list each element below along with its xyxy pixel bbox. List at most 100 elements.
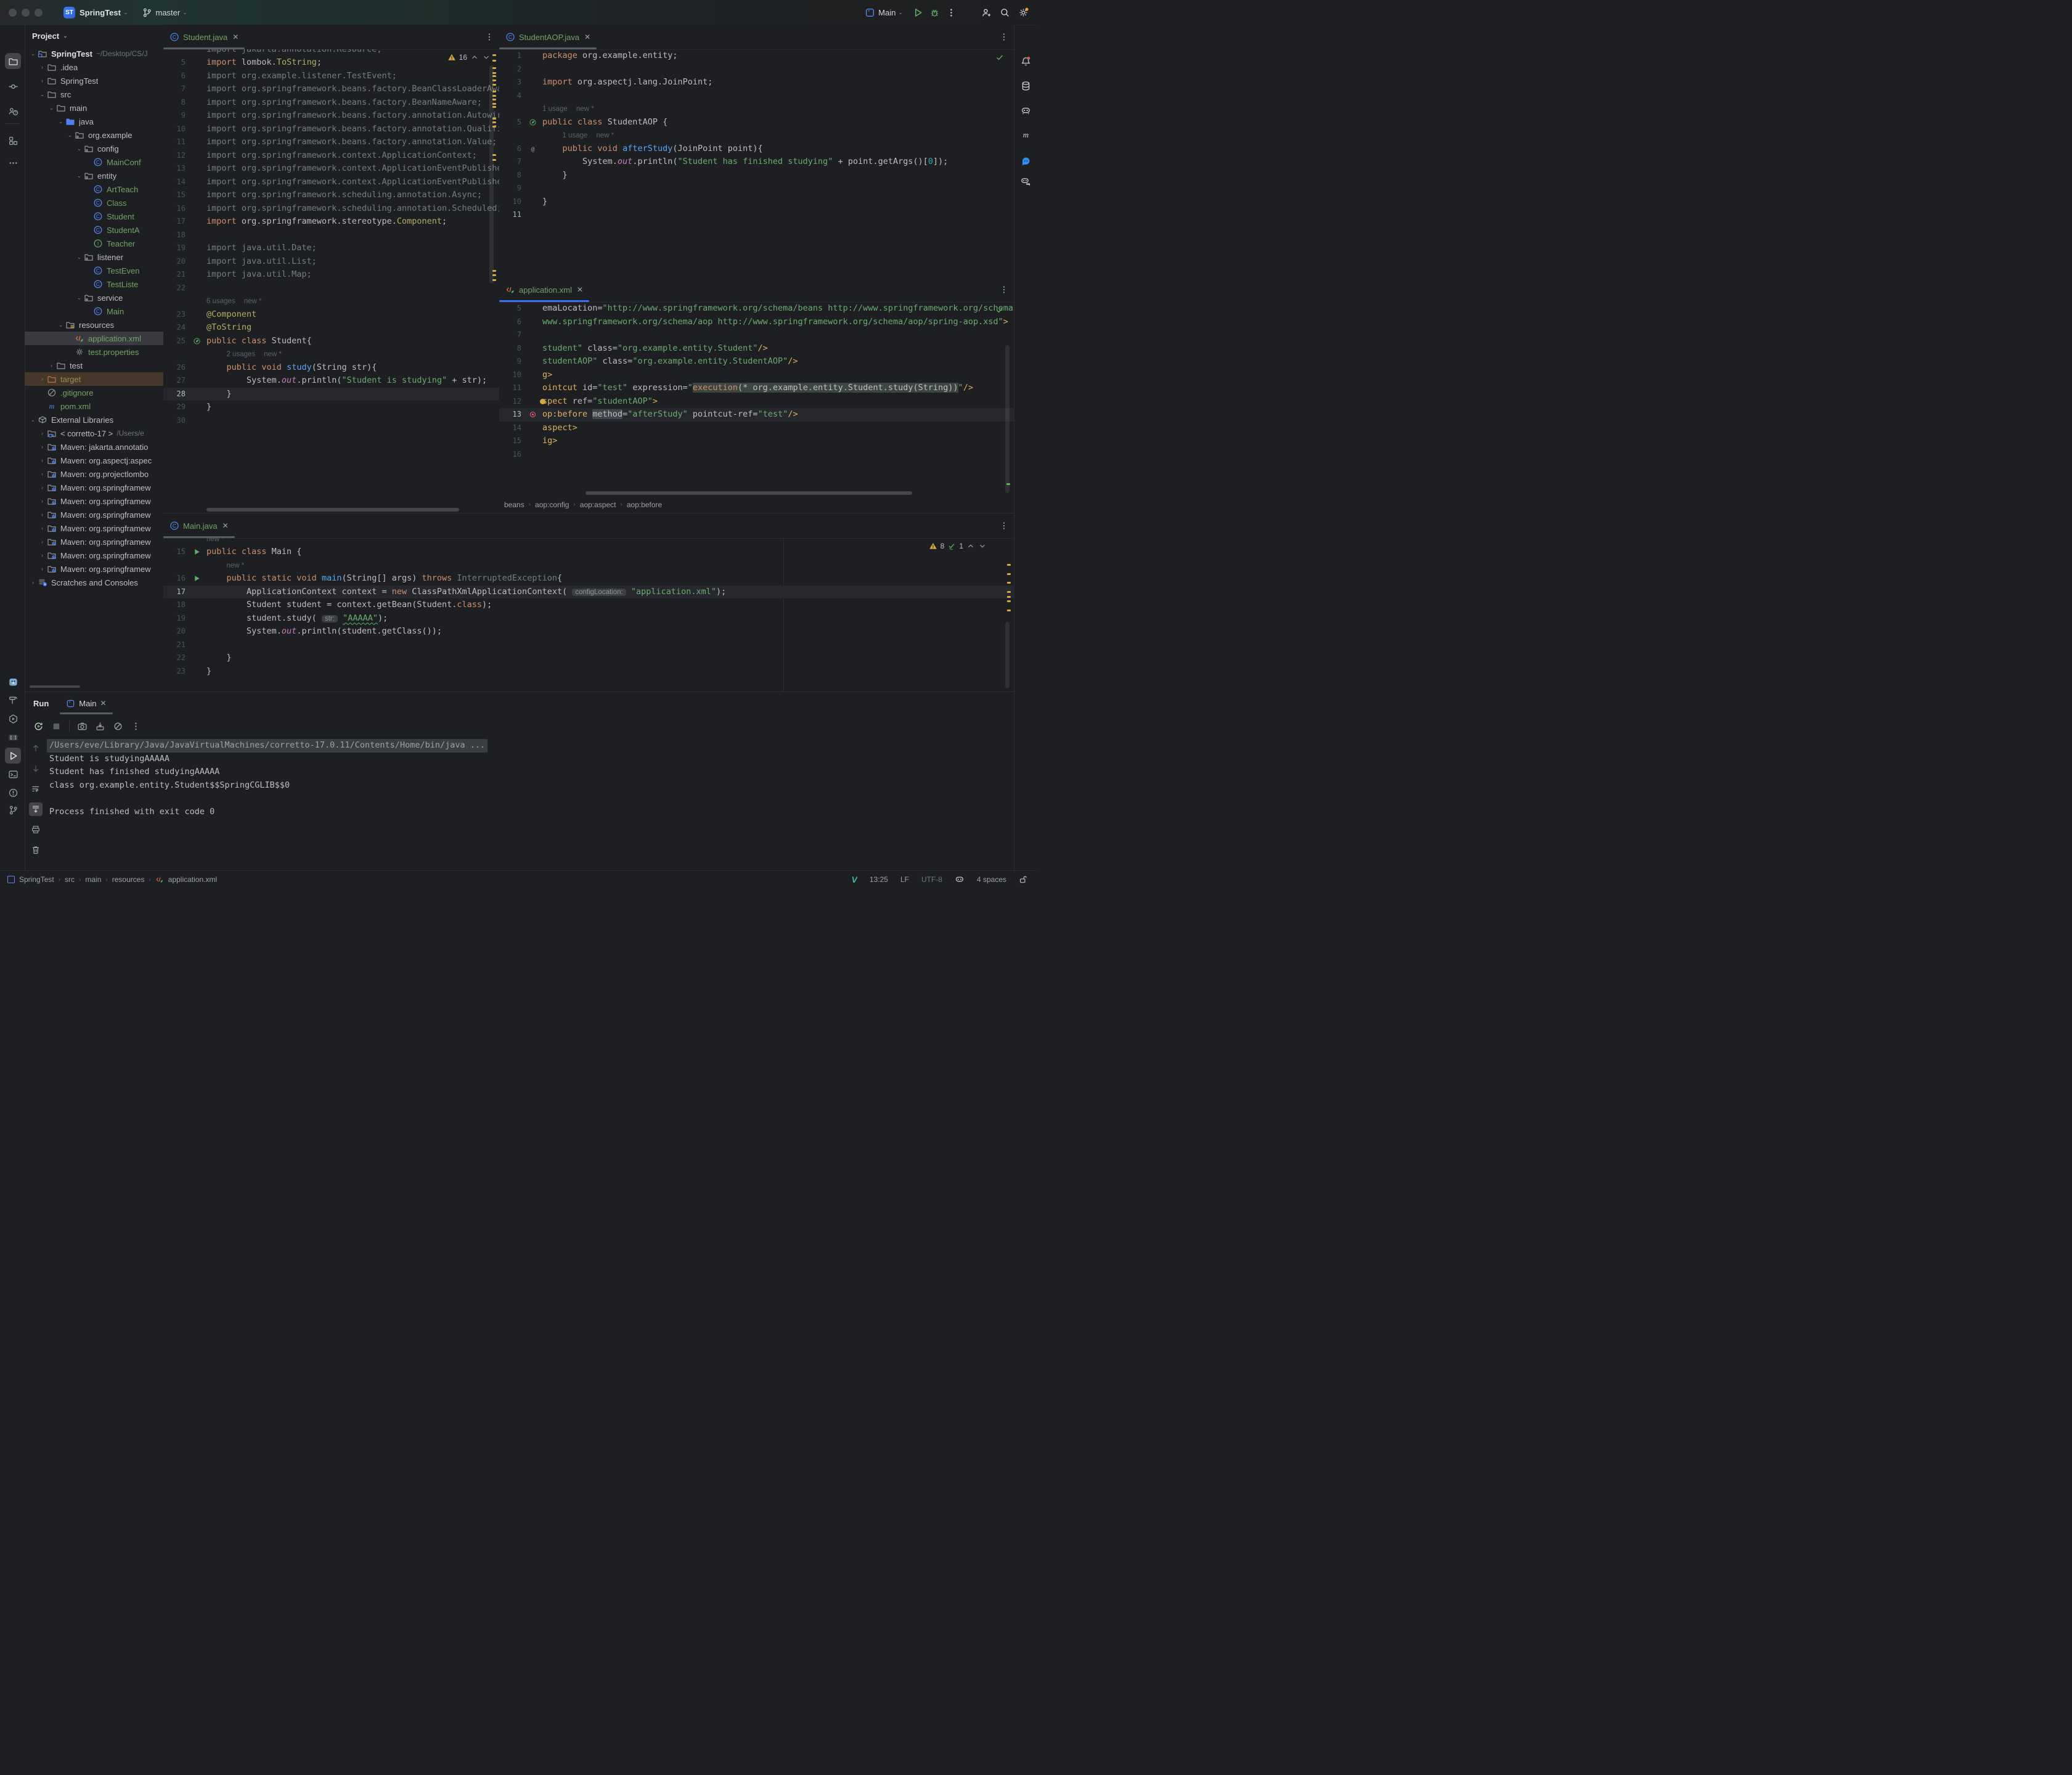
code-line[interactable]: 1 package org.example.entity; bbox=[499, 49, 1014, 63]
up-stacktrace-icon[interactable] bbox=[29, 741, 43, 755]
copilot-chat-toolwindow-button[interactable] bbox=[1018, 173, 1034, 189]
main-vscrollbar[interactable] bbox=[1005, 622, 1009, 688]
tree-item-maven-org.aspectj-aspec[interactable]: › Maven: org.aspectj:aspec bbox=[25, 454, 163, 467]
maven-toolwindow-button[interactable]: m bbox=[1018, 126, 1034, 142]
code-line[interactable]: 25 public class Student{ bbox=[163, 335, 499, 348]
database-toolwindow-button[interactable] bbox=[1018, 78, 1034, 94]
breadcrumb-beans[interactable]: beans bbox=[504, 500, 524, 509]
debug-button[interactable] bbox=[929, 7, 940, 18]
tree-item-java[interactable]: ⌄ java bbox=[25, 115, 163, 128]
code-with-me-add-icon[interactable] bbox=[981, 7, 992, 18]
code-line[interactable]: 5 public class StudentAOP { bbox=[499, 116, 1014, 129]
tree-chevron-icon[interactable]: ⌄ bbox=[75, 254, 84, 261]
rerun-icon[interactable] bbox=[33, 721, 44, 732]
stop-icon[interactable] bbox=[51, 721, 62, 732]
tree-item-entity[interactable]: ⌄ entity bbox=[25, 169, 163, 182]
code-line[interactable]: 11 ointcut id="test" expression="executio… bbox=[499, 382, 1014, 395]
tree-item-.idea[interactable]: › .idea bbox=[25, 60, 163, 74]
plugin-v-icon[interactable]: V bbox=[852, 875, 857, 884]
tree-item-testeven[interactable]: C TestEven bbox=[25, 264, 163, 277]
tree-item-maven-org.springframew[interactable]: › Maven: org.springframew bbox=[25, 562, 163, 576]
git-toolwindow-button[interactable] bbox=[5, 802, 21, 818]
project-toolwindow-button[interactable] bbox=[5, 53, 21, 69]
usage-hint[interactable]: 6 usages bbox=[206, 298, 235, 305]
bean-gutter-icon[interactable] bbox=[190, 335, 203, 348]
caret-position[interactable]: 13:25 bbox=[870, 875, 888, 884]
notifications-bell-icon[interactable] bbox=[1018, 53, 1034, 69]
tree-item-teacher[interactable]: I Teacher bbox=[25, 237, 163, 250]
aop-inspection-widget[interactable] bbox=[995, 53, 1004, 62]
code-line[interactable]: 21 import java.util.Map; bbox=[163, 268, 499, 282]
tree-chevron-icon[interactable]: ⌄ bbox=[38, 91, 47, 98]
tree-item-main[interactable]: C Main bbox=[25, 304, 163, 318]
project-selector[interactable]: SpringTest ⌄ bbox=[80, 8, 130, 17]
tree-chevron-icon[interactable]: › bbox=[38, 566, 47, 572]
tree-item-src[interactable]: ⌄ src bbox=[25, 88, 163, 101]
code-line[interactable]: 23} bbox=[163, 665, 1014, 679]
editor-options-icon[interactable] bbox=[999, 521, 1009, 531]
copilot-status-icon[interactable] bbox=[955, 875, 965, 884]
code-line[interactable]: 12 import org.springframework.context.App… bbox=[163, 149, 499, 163]
code-line[interactable]: 10 import org.springframework.beans.facto… bbox=[163, 123, 499, 136]
dump-to-file-icon[interactable] bbox=[95, 721, 105, 732]
tree-chevron-icon[interactable]: › bbox=[47, 362, 56, 369]
code-line[interactable]: 7 import org.springframework.beans.factor… bbox=[163, 83, 499, 96]
tree-item-config[interactable]: ⌄ config bbox=[25, 142, 163, 155]
code-line[interactable]: 24 @ToString bbox=[163, 321, 499, 335]
mascot-plugin-icon[interactable] bbox=[5, 674, 21, 690]
tree-chevron-icon[interactable]: › bbox=[38, 471, 47, 477]
tree-item-artteach[interactable]: C ArtTeach bbox=[25, 182, 163, 196]
close-tab-icon[interactable]: ✕ bbox=[222, 521, 229, 530]
tree-chevron-icon[interactable]: › bbox=[38, 539, 47, 545]
gc-icon[interactable] bbox=[113, 721, 123, 732]
tree-item-listener[interactable]: ⌄ listener bbox=[25, 250, 163, 264]
project-panel-header[interactable]: Project ⌄ bbox=[25, 25, 163, 47]
main-editor[interactable]: new * 15 public class Main { new * 16 publi… bbox=[163, 538, 1014, 692]
xml-editor[interactable]: 5 emaLocation="http://www.springframework… bbox=[499, 302, 1014, 461]
at-gutter-icon[interactable]: @ bbox=[526, 142, 539, 156]
tree-item-target[interactable]: › target bbox=[25, 372, 163, 386]
usage-hint[interactable]: 1 usage bbox=[563, 132, 588, 139]
code-line[interactable]: 7 bbox=[499, 328, 1014, 342]
code-line[interactable]: 22 } bbox=[163, 651, 1014, 665]
file-encoding[interactable]: UTF-8 bbox=[921, 875, 942, 884]
code-line[interactable]: 22 bbox=[163, 282, 499, 295]
close-tab-icon[interactable]: ✕ bbox=[100, 699, 106, 708]
code-line[interactable]: 8 import org.springframework.beans.factor… bbox=[163, 96, 499, 110]
thread-dump-camera-icon[interactable] bbox=[77, 721, 88, 732]
code-line[interactable]: 29} bbox=[163, 401, 499, 414]
code-line[interactable]: 26 public void study(String str){ bbox=[163, 361, 499, 375]
tree-chevron-icon[interactable]: ⌄ bbox=[56, 322, 65, 328]
usage-hint[interactable]: new * bbox=[227, 562, 245, 569]
student-hscrollbar[interactable] bbox=[206, 508, 459, 512]
tree-item-main[interactable]: ⌄ main bbox=[25, 101, 163, 115]
tree-item-org.example[interactable]: ⌄ org.example bbox=[25, 128, 163, 142]
code-line[interactable]: 13 op:before method="afterStudy" pointcut… bbox=[499, 408, 1014, 422]
xml-vscrollbar[interactable] bbox=[1005, 345, 1009, 493]
down-stacktrace-icon[interactable] bbox=[29, 762, 43, 775]
tree-item-testliste[interactable]: C TestListe bbox=[25, 277, 163, 291]
code-line[interactable]: 10} bbox=[499, 195, 1014, 209]
tree-item-class[interactable]: C Class bbox=[25, 196, 163, 210]
code-line[interactable]: 19 student.study( str: "AAAAA"); bbox=[163, 612, 1014, 626]
copilot-toolwindow-button[interactable] bbox=[1018, 102, 1034, 118]
readonly-lock-icon[interactable] bbox=[1019, 875, 1027, 884]
code-line[interactable]: 10 g> bbox=[499, 369, 1014, 382]
breadcrumb-aop-before[interactable]: aop:before bbox=[627, 500, 662, 509]
print-icon[interactable] bbox=[29, 823, 43, 836]
tree-item-maven-org.springframew[interactable]: › Maven: org.springframew bbox=[25, 508, 163, 521]
breadcrumb-aop-config[interactable]: aop:config bbox=[535, 500, 569, 509]
code-line[interactable]: 6 import org.example.listener.TestEvent; bbox=[163, 70, 499, 83]
aop-editor[interactable]: 1 package org.example.entity; 2 3 import org… bbox=[499, 49, 1014, 277]
tree-item-maven-org.springframew[interactable]: › Maven: org.springframew bbox=[25, 481, 163, 494]
tab-student-java[interactable]: C Student.java ✕ bbox=[163, 25, 245, 49]
usage-hint[interactable]: new * bbox=[596, 132, 614, 139]
tree-item-.gitignore[interactable]: .gitignore bbox=[25, 386, 163, 399]
tree-chevron-icon[interactable]: › bbox=[38, 64, 47, 70]
tree-item-service[interactable]: ⌄ service bbox=[25, 291, 163, 304]
status-path-src[interactable]: src bbox=[65, 875, 75, 884]
tab-studentaop-java[interactable]: C StudentAOP.java ✕ bbox=[499, 25, 597, 49]
tree-item--corretto-17-[interactable]: › < corretto-17 >/Users/e bbox=[25, 426, 163, 440]
status-path-springtest[interactable]: SpringTest bbox=[19, 875, 54, 884]
tree-chevron-icon[interactable]: › bbox=[38, 552, 47, 558]
